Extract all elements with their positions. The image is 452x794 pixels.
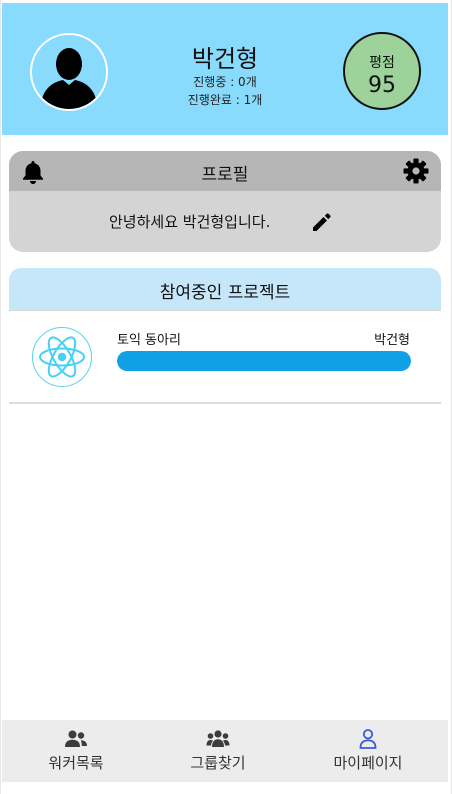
rating-badge: 평점 95	[343, 32, 421, 110]
project-list-item[interactable]: 토익 동아리 박건형	[9, 311, 441, 403]
nav-label: 그룹찾기	[190, 754, 246, 772]
projects-title: 참여중인 프로젝트	[159, 283, 291, 303]
project-progress-bar	[117, 351, 411, 371]
profile-header: 박건형 진행중 : 0개 진행완료 : 1개 평점 95	[2, 3, 448, 135]
project-name: 토익 동아리	[117, 333, 181, 348]
app-frame: 박건형 진행중 : 0개 진행완료 : 1개 평점 95 프로필 안녕하세요 박…	[0, 0, 452, 794]
users-icon	[65, 730, 87, 747]
react-logo-icon	[32, 327, 92, 387]
user-outline-icon	[359, 729, 377, 749]
bottom-navigation: 워커목록 그룹찾기 마이페이지	[2, 720, 448, 782]
gear-icon[interactable]	[403, 158, 429, 184]
greeting-text: 안녕하세요 박건형입니다.	[109, 213, 271, 231]
profile-card: 프로필 안녕하세요 박건형입니다.	[9, 151, 441, 252]
nav-my-page[interactable]: 마이페이지	[294, 720, 442, 782]
divider	[9, 402, 441, 404]
rating-value: 95	[368, 73, 396, 98]
profile-card-title: 프로필	[201, 165, 249, 185]
project-progress-fill	[117, 351, 411, 371]
group-icon	[206, 730, 230, 747]
projects-header: 참여중인 프로젝트	[9, 268, 441, 310]
nav-label: 마이페이지	[333, 754, 403, 772]
profile-card-header: 프로필	[9, 151, 441, 191]
rating-label: 평점	[369, 55, 395, 71]
pencil-icon[interactable]	[311, 211, 333, 233]
nav-find-group[interactable]: 그룹찾기	[144, 720, 292, 782]
nav-label: 워커목록	[48, 754, 104, 772]
nav-worker-list[interactable]: 워커목록	[2, 720, 150, 782]
project-owner: 박건형	[374, 333, 410, 348]
